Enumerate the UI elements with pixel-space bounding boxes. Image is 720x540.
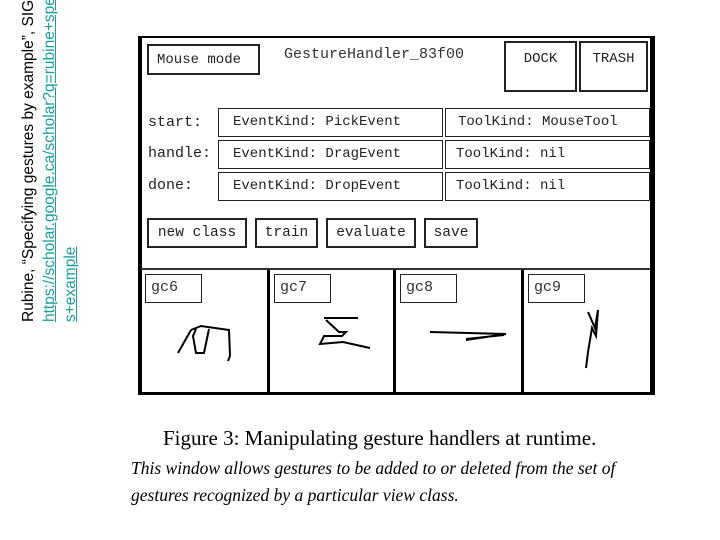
trash-button[interactable]: TRASH bbox=[579, 41, 648, 92]
figure-caption-body: This window allows gestures to be added … bbox=[131, 458, 616, 505]
citation-text: Rubine, “Specifying gestures by example”… bbox=[20, 0, 37, 322]
gesture-class-gc9[interactable]: gc9 bbox=[524, 270, 650, 394]
gesture-class-gc8[interactable]: gc8 bbox=[396, 270, 524, 394]
done-label: done: bbox=[148, 177, 194, 194]
gesture-class-gc6[interactable]: gc6 bbox=[141, 270, 270, 394]
handle-event-field[interactable]: EventKind: DragEvent bbox=[218, 140, 443, 169]
handle-label: handle: bbox=[148, 145, 212, 162]
dock-button[interactable]: DOCK bbox=[504, 41, 577, 92]
x-stroke-icon bbox=[585, 309, 599, 369]
hook-stroke-icon bbox=[177, 324, 232, 362]
horizontal-stroke-icon bbox=[429, 331, 507, 341]
citation-link[interactable]: https://scholar.google.ca/scholar?q=rubi… bbox=[39, 0, 60, 540]
window-title: GestureHandler_83f00 bbox=[284, 46, 465, 63]
evaluate-button[interactable]: evaluate bbox=[326, 218, 416, 248]
handle-tool-field[interactable]: ToolKind: nil bbox=[445, 140, 650, 169]
citation: Rubine, “Specifying gestures by example”… bbox=[18, 0, 128, 540]
mouse-mode-button[interactable]: Mouse mode bbox=[147, 44, 260, 75]
done-tool-field[interactable]: ToolKind: nil bbox=[445, 172, 650, 201]
save-button[interactable]: save bbox=[424, 218, 478, 248]
start-label: start: bbox=[148, 114, 203, 131]
figure-caption-title: Figure 3: Manipulating gesture handlers … bbox=[163, 426, 597, 450]
start-tool-field[interactable]: ToolKind: MouseTool bbox=[445, 108, 650, 137]
gesture-class-gc7[interactable]: gc7 bbox=[270, 270, 396, 394]
citation-link-continued[interactable]: s+example bbox=[60, 0, 81, 540]
gesture-class-panels: gc6 gc7 gc8 gc9 bbox=[141, 268, 650, 394]
z-stroke-icon bbox=[318, 317, 371, 349]
new-class-button[interactable]: new class bbox=[147, 218, 247, 248]
train-button[interactable]: train bbox=[255, 218, 318, 248]
done-event-field[interactable]: EventKind: DropEvent bbox=[218, 172, 443, 201]
start-event-field[interactable]: EventKind: PickEvent bbox=[218, 108, 443, 137]
gesture-handler-window: Mouse mode GestureHandler_83f00 DOCK TRA… bbox=[138, 36, 655, 395]
